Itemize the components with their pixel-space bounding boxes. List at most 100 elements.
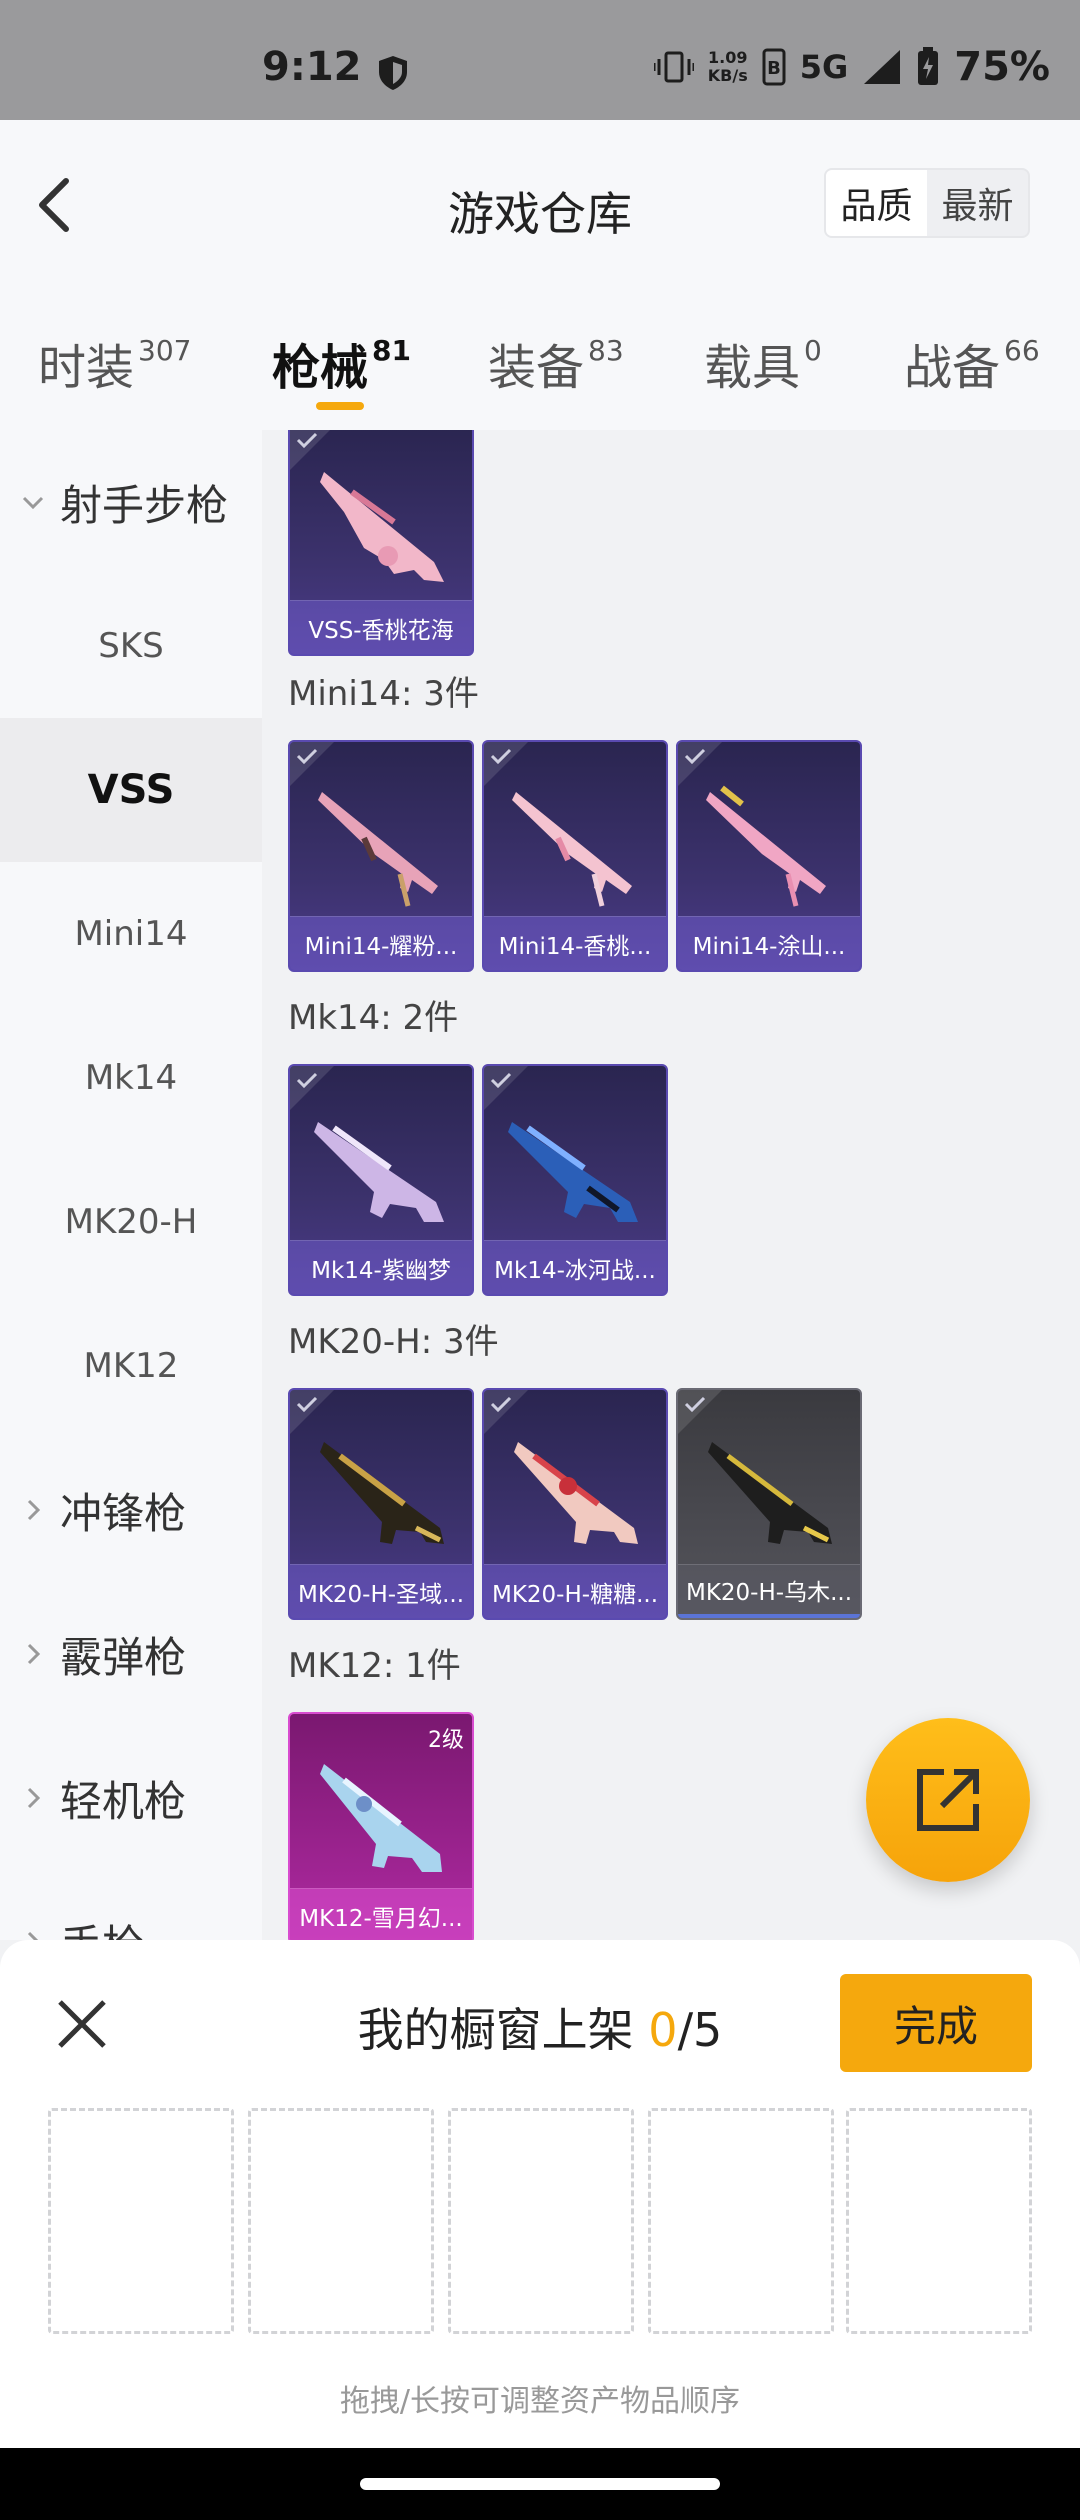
status-right: 1.09 KB/s B 5G 75% [653, 44, 1050, 90]
sort-toggle: 品质 最新 [824, 168, 1030, 238]
system-nav-bar [0, 2448, 1080, 2520]
sidebar: 射手步枪 SKS VSS Mini14 Mk14 MK20-H MK12 冲锋枪… [0, 430, 262, 1940]
gun-image [514, 1442, 638, 1544]
tab-label: 载具 [704, 340, 801, 396]
tab-vehicles[interactable]: 载具 0 [704, 328, 822, 398]
tab-supplies[interactable]: 战备 66 [904, 328, 1040, 398]
status-bar: 9:12 1.09 KB/s B 5G 75% [0, 0, 1080, 120]
item-card[interactable]: Mini14-香桃... [482, 740, 668, 972]
net-speed-unit: KB/s [707, 66, 748, 85]
sidebar-category-shotgun[interactable]: 霰弹枪 [20, 1582, 186, 1726]
gun-image [512, 792, 632, 907]
item-card[interactable]: MK20-H-圣域... [288, 1388, 474, 1620]
item-card[interactable]: Mk14-冰河战... [482, 1064, 668, 1296]
sidebar-category-sniper[interactable]: 射手步枪 [20, 430, 228, 574]
tab-label: 战备 [904, 340, 1001, 396]
battery-level: 75% [954, 44, 1050, 90]
signal-icon [864, 50, 901, 84]
app-header: 游戏仓库 品质 最新 [0, 120, 1080, 280]
sort-quality-button[interactable]: 品质 [826, 170, 927, 236]
data-b-icon: B [762, 48, 786, 86]
item-card[interactable]: Mini14-耀粉... [288, 740, 474, 972]
group-title-mk12: MK12: 1件 [288, 1646, 461, 1686]
tab-count: 83 [588, 334, 624, 367]
item-card[interactable]: Mini14-涂山... [676, 740, 862, 972]
showcase-slot[interactable] [846, 2108, 1032, 2334]
done-button[interactable]: 完成 [840, 1974, 1032, 2072]
tab-count: 66 [1004, 334, 1040, 367]
sidebar-category-label: 手枪 [60, 1912, 144, 1941]
tab-count: 307 [138, 334, 192, 367]
reorder-hint: 拖拽/长按可调整资产物品顺序 [339, 2384, 741, 2419]
network-type: 5G [799, 48, 849, 86]
sidebar-item-vss[interactable]: VSS [0, 718, 262, 862]
showcase-slot[interactable] [248, 2108, 434, 2334]
home-indicator[interactable] [360, 2478, 720, 2490]
item-name: MK20-H-圣域... [290, 1564, 472, 1618]
tab-label: 枪械 [272, 340, 369, 396]
item-name: Mini14-香桃... [484, 916, 666, 970]
battery-icon [918, 47, 939, 85]
sidebar-category-pistol[interactable]: 手枪 [20, 1870, 144, 1940]
share-external-icon [917, 1769, 979, 1831]
share-fab-button[interactable] [866, 1718, 1030, 1882]
sidebar-category-label: 冲锋枪 [60, 1488, 187, 1538]
group-title-mk20h: MK20-H: 3件 [288, 1322, 499, 1362]
sidebar-category-lmg[interactable]: 轻机枪 [20, 1726, 186, 1870]
gun-image [318, 792, 438, 907]
net-speed-value: 1.09 [707, 48, 748, 67]
svg-text:B: B [767, 58, 781, 79]
showcase-slot[interactable] [648, 2108, 834, 2334]
tab-guns[interactable]: 枪械 81 [272, 328, 411, 410]
chevron-right-icon [27, 1787, 41, 1809]
showcase-title-text: 我的橱窗上架 [357, 2003, 634, 2057]
item-card[interactable]: Mk14-紫幽梦 [288, 1064, 474, 1296]
vibrate-icon [653, 51, 694, 83]
item-card[interactable]: 2级 MK12-雪月幻... [288, 1712, 474, 1940]
chevron-right-icon [27, 1499, 41, 1521]
chevron-down-icon [22, 496, 44, 510]
tab-count: 81 [372, 334, 411, 367]
tab-label: 时装 [38, 340, 135, 396]
item-name: Mk14-冰河战... [484, 1240, 666, 1294]
group-title-mini14: Mini14: 3件 [288, 674, 479, 714]
item-card[interactable]: MK20-H-乌木... [676, 1388, 862, 1620]
sidebar-item-mk12[interactable]: MK12 [0, 1294, 262, 1438]
gun-image [320, 1442, 444, 1544]
sidebar-category-smg[interactable]: 冲锋枪 [20, 1438, 186, 1582]
tab-fashion[interactable]: 时装 307 [38, 328, 191, 398]
group-title-mk14: Mk14: 2件 [288, 998, 459, 1038]
showcase-slot[interactable] [48, 2108, 234, 2334]
sidebar-category-label: 轻机枪 [60, 1776, 187, 1826]
tab-count: 0 [804, 334, 822, 367]
item-name: Mini14-涂山... [678, 916, 860, 970]
sidebar-item-mini14[interactable]: Mini14 [0, 862, 262, 1006]
item-name: MK12-雪月幻... [290, 1888, 472, 1940]
tab-active-indicator [316, 402, 364, 410]
shield-icon [379, 56, 407, 90]
sidebar-item-mk20h[interactable]: MK20-H [0, 1150, 262, 1294]
sidebar-category-label: 射手步枪 [60, 480, 229, 530]
item-name: Mk14-紫幽梦 [290, 1240, 472, 1294]
tab-equipment[interactable]: 装备 83 [488, 328, 624, 398]
showcase-slot[interactable] [448, 2108, 634, 2334]
showcase-count-current: 0 [648, 2003, 678, 2057]
item-name: Mini14-耀粉... [290, 916, 472, 970]
gun-image [320, 1764, 442, 1872]
item-name: VSS-香桃花海 [290, 600, 472, 654]
item-card[interactable]: VSS-香桃花海 [288, 430, 474, 656]
item-card[interactable]: MK20-H-糖糖... [482, 1388, 668, 1620]
sidebar-item-sks[interactable]: SKS [0, 574, 262, 718]
sort-newest-button[interactable]: 最新 [927, 170, 1028, 236]
showcase-panel: 我的橱窗上架 0/5 完成 拖拽/长按可调整资产物品顺序 [0, 1940, 1080, 2448]
item-name: MK20-H-糖糖... [484, 1564, 666, 1618]
tab-label: 装备 [488, 340, 585, 396]
gun-image [320, 472, 444, 582]
sidebar-item-mk14[interactable]: Mk14 [0, 1006, 262, 1150]
item-grid: VSS-香桃花海 Mini14: 3件 Mini14-耀粉... Mini14-… [262, 430, 1080, 1940]
category-tabs: 时装 307 枪械 81 装备 83 载具 0 战备 66 [0, 280, 1080, 430]
item-name: MK20-H-乌木... [678, 1564, 860, 1618]
net-speed: 1.09 KB/s [708, 49, 748, 85]
chevron-right-icon [27, 1643, 41, 1665]
gun-image [508, 1122, 638, 1222]
